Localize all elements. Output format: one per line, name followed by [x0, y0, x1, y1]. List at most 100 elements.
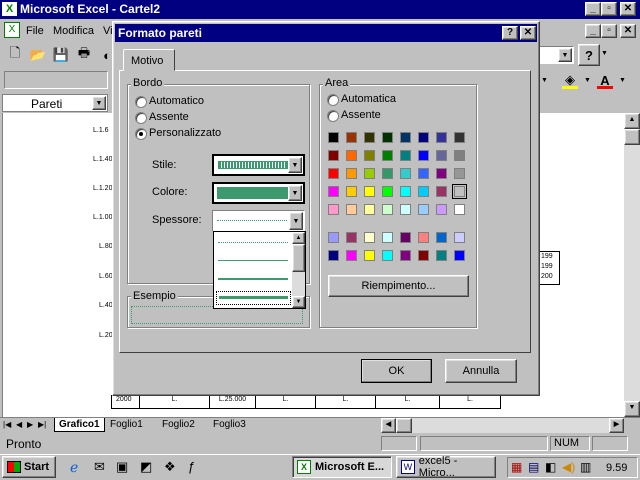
color-swatch[interactable]: [454, 168, 465, 179]
color-swatch[interactable]: [400, 186, 411, 197]
ie-icon[interactable]: ℯ: [70, 459, 78, 476]
color-swatch[interactable]: [454, 132, 465, 143]
last-sheet-icon[interactable]: ▶|: [38, 420, 46, 429]
color-swatch[interactable]: [382, 168, 393, 179]
color-swatch[interactable]: [418, 250, 429, 261]
color-swatch[interactable]: [382, 186, 393, 197]
scroll-right-icon[interactable]: ▶: [609, 418, 624, 433]
first-sheet-icon[interactable]: |◀: [3, 420, 11, 429]
color-swatch[interactable]: [382, 150, 393, 161]
start-button[interactable]: Start: [2, 456, 56, 478]
radio-automatica[interactable]: [327, 94, 339, 106]
prev-sheet-icon[interactable]: ◀: [16, 420, 22, 429]
menu-file[interactable]: File: [26, 25, 44, 37]
minimize-button[interactable]: _: [585, 2, 601, 16]
chevron-down-icon[interactable]: ▼: [619, 77, 626, 84]
stile-dropdown[interactable]: ▼: [212, 154, 305, 176]
color-swatch[interactable]: [328, 186, 339, 197]
color-swatch[interactable]: [436, 232, 447, 243]
label-automatica[interactable]: Automatica: [341, 93, 396, 105]
horizontal-scrollbar[interactable]: ◀ ▶: [381, 418, 624, 433]
tray-icon[interactable]: ◧: [545, 460, 556, 474]
color-swatch[interactable]: [346, 250, 357, 261]
tool-icon[interactable]: ƒ: [188, 459, 195, 474]
scroll-left-icon[interactable]: ◀: [381, 418, 396, 433]
doc-minimize-button[interactable]: _: [585, 24, 601, 38]
scroll-thumb[interactable]: [624, 129, 640, 145]
label-assente-bordo[interactable]: Assente: [149, 111, 189, 123]
excel-app-icon[interactable]: X: [2, 2, 17, 16]
tab-foglio1[interactable]: Foglio1: [106, 418, 147, 432]
label-assente-area[interactable]: Assente: [341, 109, 381, 121]
color-swatch[interactable]: [436, 168, 447, 179]
color-swatch[interactable]: [400, 250, 411, 261]
tab-grafico1[interactable]: Grafico1: [54, 418, 105, 432]
radio-automatico[interactable]: [135, 96, 147, 108]
save-icon[interactable]: 💾: [50, 44, 72, 66]
color-swatch[interactable]: [364, 186, 375, 197]
maximize-button[interactable]: ▫: [601, 2, 617, 16]
vertical-scrollbar[interactable]: ▲ ▼: [624, 113, 640, 417]
weight-thin[interactable]: [218, 260, 288, 261]
color-swatch[interactable]: [328, 204, 339, 215]
color-swatch[interactable]: [382, 132, 393, 143]
speaker-icon[interactable]: ◀): [562, 460, 575, 474]
label-personalizzato[interactable]: Personalizzato: [149, 127, 221, 139]
color-swatch[interactable]: [418, 150, 429, 161]
name-box[interactable]: Pareti ▼: [2, 94, 108, 112]
riempimento-button[interactable]: Riempimento...: [328, 275, 469, 297]
tab-foglio2[interactable]: Foglio2: [158, 418, 199, 432]
colore-dropdown[interactable]: ▼: [212, 182, 305, 204]
tab-foglio3[interactable]: Foglio3: [209, 418, 250, 432]
scroll-up-icon[interactable]: ▲: [624, 113, 640, 129]
cancel-button[interactable]: Annulla: [445, 359, 517, 383]
font-color-icon[interactable]: A: [594, 69, 616, 91]
color-swatch[interactable]: [436, 132, 447, 143]
color-swatch[interactable]: [436, 250, 447, 261]
color-swatch[interactable]: [454, 150, 465, 161]
dialog-help-button[interactable]: ?: [502, 26, 518, 40]
channels-icon[interactable]: ◩: [140, 459, 152, 475]
spessore-list[interactable]: ▲ ▼: [213, 231, 306, 309]
color-swatch[interactable]: [382, 204, 393, 215]
fill-color-icon[interactable]: ◈: [559, 69, 581, 91]
color-swatch[interactable]: [418, 132, 429, 143]
tab-motivo[interactable]: Motivo: [123, 49, 175, 71]
color-swatch[interactable]: [346, 232, 357, 243]
open-folder-icon[interactable]: 📂: [27, 44, 49, 66]
h-scroll-thumb[interactable]: [396, 418, 412, 433]
print-icon[interactable]: 🖶: [73, 44, 95, 66]
color-swatch[interactable]: [364, 232, 375, 243]
color-swatch[interactable]: [454, 204, 465, 215]
color-swatch[interactable]: [328, 168, 339, 179]
workbook-icon[interactable]: X: [4, 22, 20, 38]
quick-launch-icon[interactable]: ❖: [164, 459, 176, 475]
color-swatch[interactable]: [400, 204, 411, 215]
chevron-down-icon[interactable]: ▼: [541, 77, 548, 84]
color-swatch[interactable]: [346, 150, 357, 161]
color-swatch[interactable]: [382, 250, 393, 261]
tray-icon[interactable]: ▤: [528, 460, 539, 474]
color-swatch[interactable]: [328, 232, 339, 243]
taskbar-word[interactable]: W excel5 - Micro...: [396, 455, 496, 479]
scroll-down-icon[interactable]: ▼: [624, 401, 640, 417]
menu-modifica[interactable]: Modifica: [53, 25, 94, 37]
color-swatch[interactable]: [436, 186, 447, 197]
radio-personalizzato[interactable]: [135, 128, 147, 140]
color-swatch[interactable]: [436, 150, 447, 161]
radio-assente-area[interactable]: [327, 110, 339, 122]
color-swatch[interactable]: [346, 132, 357, 143]
color-swatch[interactable]: [400, 150, 411, 161]
color-swatch[interactable]: [328, 150, 339, 161]
doc-close-button[interactable]: ✕: [620, 24, 636, 38]
dialog-titlebar[interactable]: Formato pareti ? ✕: [115, 24, 537, 42]
spessore-dropdown[interactable]: ▼: [212, 210, 305, 232]
color-swatch[interactable]: [436, 204, 447, 215]
color-swatch[interactable]: [454, 232, 465, 243]
weight-medium[interactable]: [218, 278, 288, 280]
color-swatch[interactable]: [364, 250, 375, 261]
desktop-icon[interactable]: ▣: [116, 459, 128, 475]
weight-hairline[interactable]: [218, 242, 288, 243]
zoom-dropdown[interactable]: ▼: [538, 46, 574, 64]
close-button[interactable]: ✕: [620, 2, 636, 16]
